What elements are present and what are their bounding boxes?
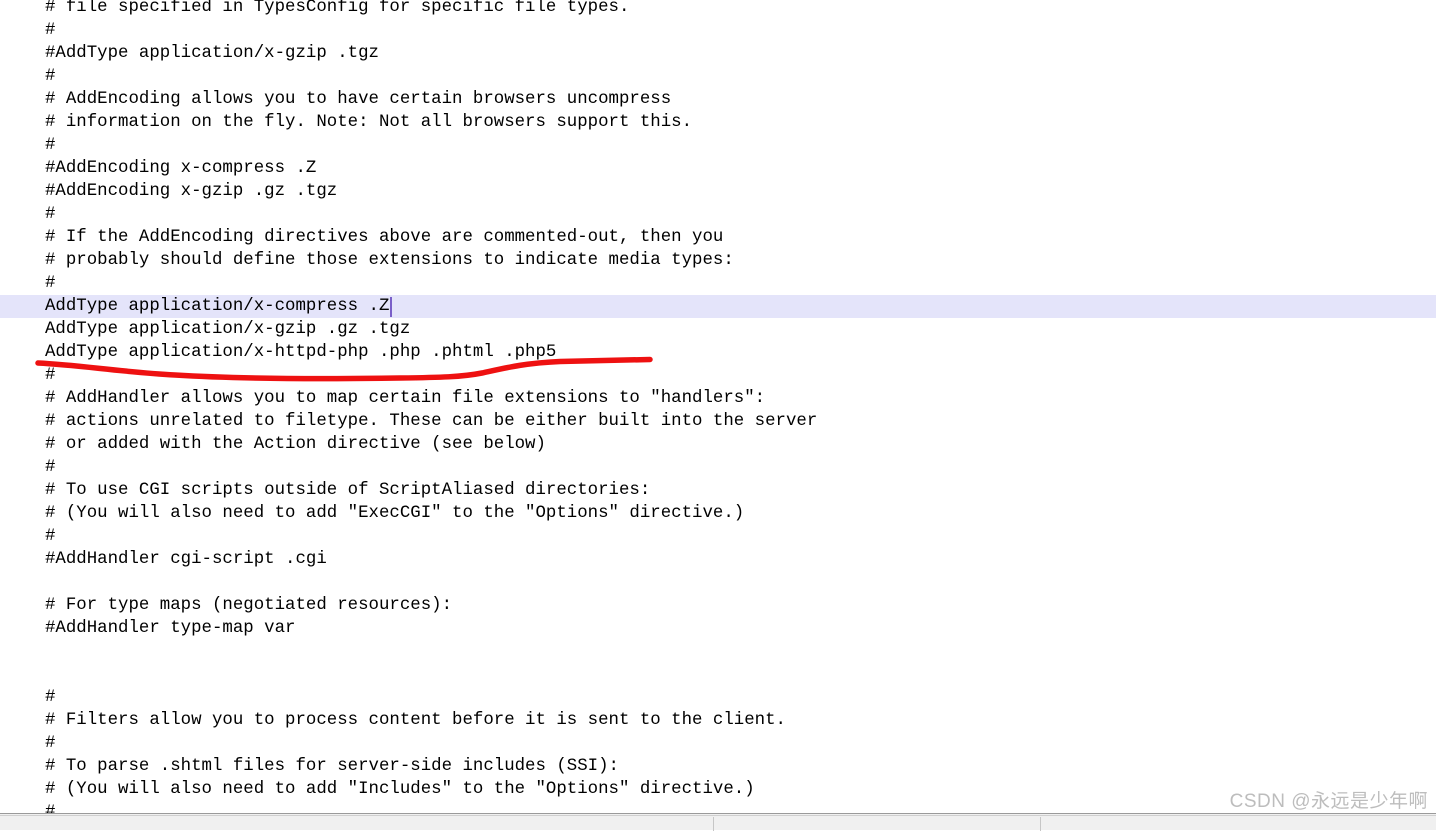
code-line[interactable]: # To parse .shtml files for server-side … (0, 755, 1436, 778)
code-line[interactable]: # (0, 801, 1436, 813)
code-line[interactable]: # AddEncoding allows you to have certain… (0, 88, 1436, 111)
code-line[interactable]: #AddHandler cgi-script .cgi (0, 548, 1436, 571)
code-line[interactable]: # or added with the Action directive (se… (0, 433, 1436, 456)
status-cell-right (1041, 817, 1436, 831)
code-line[interactable]: # (0, 134, 1436, 157)
code-line[interactable]: AddType application/x-httpd-php .php .ph… (0, 341, 1436, 364)
code-line[interactable]: # (0, 65, 1436, 88)
code-line[interactable]: # For type maps (negotiated resources): (0, 594, 1436, 617)
status-bar (0, 813, 1436, 831)
code-line[interactable]: # AddHandler allows you to map certain f… (0, 387, 1436, 410)
code-line[interactable]: # (0, 686, 1436, 709)
code-line[interactable]: # If the AddEncoding directives above ar… (0, 226, 1436, 249)
code-line[interactable]: # (0, 272, 1436, 295)
code-line[interactable]: # (0, 203, 1436, 226)
status-cell-left (0, 817, 713, 831)
code-line[interactable]: #AddEncoding x-compress .Z (0, 157, 1436, 180)
code-line[interactable]: # (0, 732, 1436, 755)
code-line[interactable]: # actions unrelated to filetype. These c… (0, 410, 1436, 433)
editor-window: # file specified in TypesConfig for spec… (0, 0, 1436, 831)
code-line[interactable]: #AddHandler type-map var (0, 617, 1436, 640)
code-line[interactable] (0, 571, 1436, 594)
code-line[interactable]: # (You will also need to add "ExecCGI" t… (0, 502, 1436, 525)
code-line[interactable]: # (0, 525, 1436, 548)
code-line[interactable]: #AddEncoding x-gzip .gz .tgz (0, 180, 1436, 203)
code-line[interactable]: # (0, 456, 1436, 479)
code-line[interactable]: # (0, 364, 1436, 387)
code-line[interactable]: # probably should define those extension… (0, 249, 1436, 272)
status-cell-middle (714, 817, 1040, 831)
code-line[interactable] (0, 640, 1436, 663)
code-line[interactable]: # (You will also need to add "Includes" … (0, 778, 1436, 801)
text-caret (389, 297, 392, 317)
code-line[interactable]: # Filters allow you to process content b… (0, 709, 1436, 732)
code-line[interactable]: #AddType application/x-gzip .tgz (0, 42, 1436, 65)
code-line[interactable]: # To use CGI scripts outside of ScriptAl… (0, 479, 1436, 502)
code-editor-surface[interactable]: # file specified in TypesConfig for spec… (0, 0, 1436, 813)
code-line-active[interactable]: AddType application/x-compress .Z (0, 295, 1436, 318)
code-line[interactable]: # information on the fly. Note: Not all … (0, 111, 1436, 134)
code-lines-container: # file specified in TypesConfig for spec… (0, 0, 1436, 813)
code-line[interactable]: AddType application/x-gzip .gz .tgz (0, 318, 1436, 341)
csdn-watermark: CSDN @永远是少年啊 (1229, 791, 1428, 812)
code-line[interactable] (0, 663, 1436, 686)
code-line[interactable]: # (0, 19, 1436, 42)
code-line[interactable]: # file specified in TypesConfig for spec… (0, 0, 1436, 19)
